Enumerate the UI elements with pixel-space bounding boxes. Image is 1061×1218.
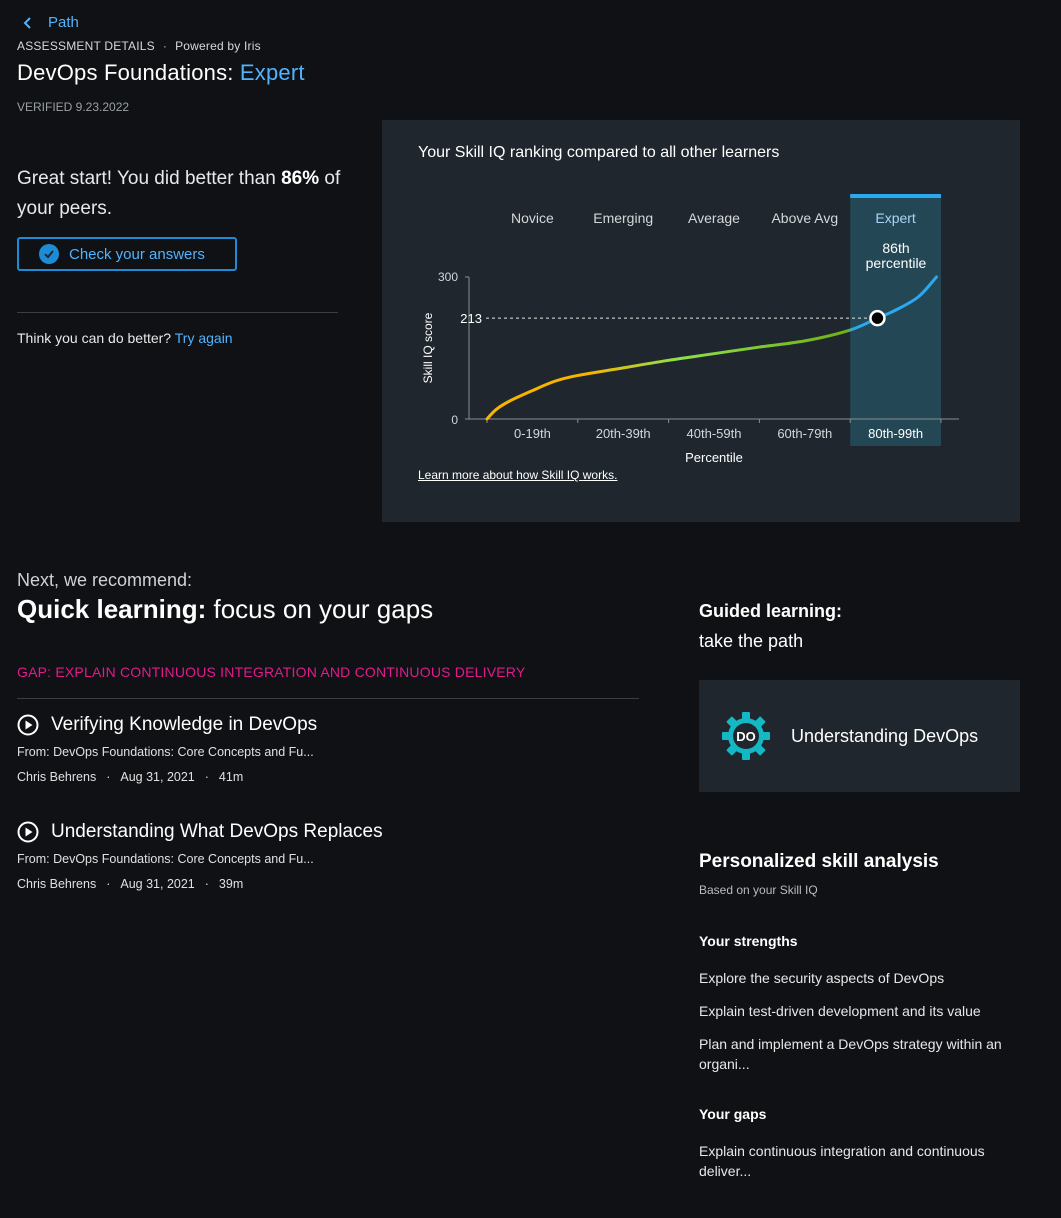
course-duration: 41m xyxy=(218,770,244,784)
devops-gear-logo-icon: DO xyxy=(722,712,770,760)
percentile-value: 86% xyxy=(281,168,320,189)
checkmark-icon xyxy=(39,244,59,264)
back-to-path-link[interactable]: Path xyxy=(22,14,79,31)
highlight-band xyxy=(850,194,941,446)
learn-more-link[interactable]: Learn more about how Skill IQ works. xyxy=(418,468,617,482)
course-meta: Chris Behrens · Aug 31, 2021 · 39m xyxy=(17,877,244,891)
gap-label: GAP: EXPLAIN CONTINUOUS INTEGRATION AND … xyxy=(17,664,526,680)
band-label: Novice xyxy=(511,210,554,226)
score-marker xyxy=(869,309,886,327)
course-duration: 39m xyxy=(218,877,244,891)
divider xyxy=(17,312,338,313)
chevron-left-icon xyxy=(23,16,31,29)
strength-item: Explore the security aspects of DevOps xyxy=(699,970,945,986)
x-tick-label: 40th-59th xyxy=(687,426,742,441)
x-tick-label: 60th-79th xyxy=(777,426,832,441)
path-name: Understanding DevOps xyxy=(791,725,979,746)
y-axis-label: Skill IQ score xyxy=(421,312,435,383)
back-link-label: Path xyxy=(48,14,79,31)
play-icon xyxy=(17,714,39,736)
course-item: Understanding What DevOps Replaces From:… xyxy=(17,821,637,891)
skill-analysis-title: Personalized skill analysis xyxy=(699,851,939,872)
retry-prompt: Think you can do better? Try again xyxy=(17,330,233,346)
breadcrumb: ASSESSMENT DETAILS · Powered by Iris xyxy=(17,39,261,53)
section-label: ASSESSMENT DETAILS xyxy=(17,39,155,53)
y-tick-label: 0 xyxy=(451,413,458,427)
score-label: 213 xyxy=(460,311,482,326)
course-source: From: DevOps Foundations: Core Concepts … xyxy=(17,745,314,759)
guided-learning-heading: Guided learning: take the path xyxy=(699,601,843,651)
divider xyxy=(17,698,639,699)
course-author: Chris Behrens xyxy=(17,877,97,891)
gaps-heading: Your gaps xyxy=(699,1106,767,1122)
result-summary: Great start! You did better than 86% of … xyxy=(17,168,341,219)
course-title-link[interactable]: Verifying Knowledge in DevOps xyxy=(17,714,637,736)
skill-level: Expert xyxy=(239,60,305,85)
course-date: Aug 31, 2021 xyxy=(120,877,195,891)
gap-item: Explain continuous integration and conti… xyxy=(699,1143,985,1179)
check-answers-label: Check your answers xyxy=(69,245,205,263)
check-answers-button[interactable]: Check your answers xyxy=(17,237,237,271)
strengths-heading: Your strengths xyxy=(699,933,798,949)
skill-analysis-subtitle: Based on your Skill IQ xyxy=(699,883,818,897)
band-label: Emerging xyxy=(593,210,653,226)
course-source: From: DevOps Foundations: Core Concepts … xyxy=(17,852,314,866)
next-recommend-label: Next, we recommend: xyxy=(17,570,193,590)
svg-text:DO: DO xyxy=(736,729,756,744)
play-icon xyxy=(17,821,39,843)
band-label: Average xyxy=(688,210,740,226)
quick-learning-heading: Quick learning: focus on your gaps xyxy=(17,594,434,624)
course-author: Chris Behrens xyxy=(17,770,97,784)
band-label: Expert xyxy=(875,210,916,226)
y-tick-label: 300 xyxy=(438,270,458,284)
x-axis-label: Percentile xyxy=(685,450,743,465)
skill-iq-chart: Novice Emerging Average Above Avg Expert 300 0… xyxy=(421,194,959,465)
x-tick-label: 20th-39th xyxy=(596,426,651,441)
course-date: Aug 31, 2021 xyxy=(120,770,195,784)
verified-date: VERIFIED 9.23.2022 xyxy=(17,100,130,114)
x-tick-label: 80th-99th xyxy=(868,426,923,441)
band-label: Above Avg xyxy=(771,210,838,226)
strength-item: Explain test-driven development and its … xyxy=(699,1003,981,1019)
x-tick-label: 0-19th xyxy=(514,426,551,441)
page-title: DevOps Foundations: Expert xyxy=(17,60,305,85)
try-again-link[interactable]: Try again xyxy=(175,330,233,346)
course-title-link[interactable]: Understanding What DevOps Replaces xyxy=(17,821,637,843)
path-card[interactable]: DO Understanding DevOps xyxy=(699,680,1020,792)
powered-by-label: Powered by Iris xyxy=(175,39,261,53)
skill-iq-chart-panel: Your Skill IQ ranking compared to all ot… xyxy=(382,120,1020,522)
percentile-label: 86th xyxy=(882,240,909,256)
percentile-label: percentile xyxy=(866,255,927,271)
course-meta: Chris Behrens · Aug 31, 2021 · 41m xyxy=(17,770,244,784)
course-item: Verifying Knowledge in DevOps From: DevO… xyxy=(17,714,637,784)
highlight-band-top-bar xyxy=(850,194,941,198)
strength-item: Plan and implement a DevOps strategy wit… xyxy=(699,1036,1002,1072)
